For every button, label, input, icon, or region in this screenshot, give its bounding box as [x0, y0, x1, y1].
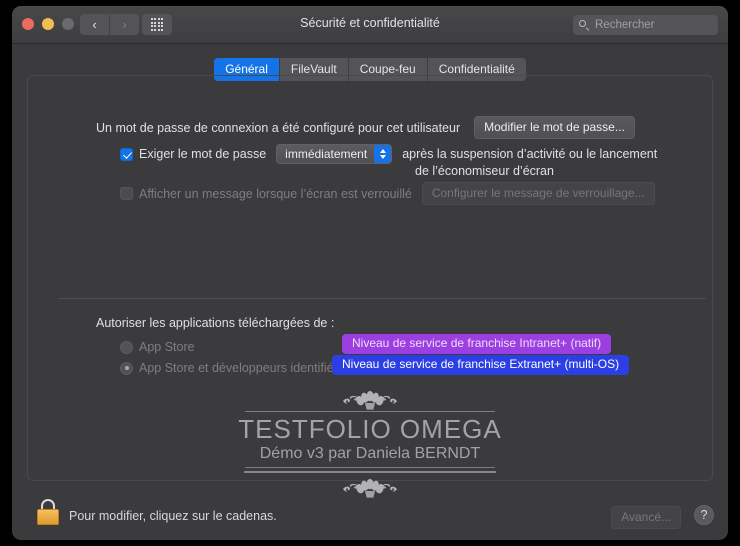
- radio-identified-developers-label: App Store et développeurs identifiés: [139, 361, 340, 375]
- password-status-label: Un mot de passe de connexion a été confi…: [96, 120, 461, 135]
- window-titlebar: ‹ › Sécurité et confidentialité Recherch…: [12, 6, 728, 44]
- password-status-row: Un mot de passe de connexion a été confi…: [96, 116, 635, 139]
- radio-app-store: [120, 340, 133, 354]
- require-password-checkbox[interactable]: [120, 147, 133, 161]
- preferences-window: ‹ › Sécurité et confidentialité Recherch…: [12, 6, 728, 540]
- badge-extranet-service-level: Niveau de service de franchise Extranet+…: [332, 355, 630, 375]
- chevron-updown-icon: [374, 145, 392, 163]
- section-divider: [58, 298, 706, 299]
- lock-message-label: Afficher un message lorsque l’écran est …: [139, 186, 412, 201]
- search-icon: [579, 19, 590, 31]
- allow-apps-option-identified-developers: App Store et développeurs identifiés: [120, 361, 340, 375]
- allow-apps-heading-row: Autoriser les applications téléchargées …: [96, 316, 334, 330]
- require-password-suffix-line1: après la suspension d’activité ou le lan…: [402, 147, 658, 161]
- require-password-suffix-line2: de l’économiseur d’écran: [415, 164, 554, 178]
- badge-intranet-service-level: Niveau de service de franchise Intranet+…: [342, 334, 612, 354]
- require-password-label: Exiger le mot de passe: [139, 147, 267, 161]
- lock-message-row: Afficher un message lorsque l’écran est …: [120, 182, 655, 205]
- lock-closed-icon[interactable]: [37, 499, 59, 525]
- allow-apps-heading: Autoriser les applications téléchargées …: [96, 316, 335, 330]
- radio-app-store-label: App Store: [139, 340, 195, 354]
- lock-message-checkbox: [120, 187, 133, 200]
- search-placeholder: Rechercher: [595, 19, 655, 31]
- general-pane: Un mot de passe de connexion a été confi…: [27, 75, 713, 481]
- radio-app-store-and-identified-developers: [120, 361, 133, 375]
- search-field[interactable]: Rechercher: [573, 15, 718, 35]
- allow-apps-option-appstore: App Store: [120, 340, 195, 354]
- require-password-suffix-row2: de l’économiseur d’écran: [415, 164, 554, 178]
- set-lock-message-button: Configurer le message de verrouillage...: [421, 182, 655, 205]
- require-password-row: Exiger le mot de passe immédiatement apr…: [120, 144, 657, 164]
- lock-hint-text: Pour modifier, cliquez sur le cadenas.: [69, 509, 277, 523]
- password-delay-popup[interactable]: immédiatement: [276, 144, 393, 164]
- change-password-button[interactable]: Modifier le mot de passe...: [474, 116, 635, 139]
- advanced-button: Avancé...: [611, 506, 681, 529]
- help-button[interactable]: ?: [694, 505, 714, 525]
- password-delay-value: immédiatement: [285, 147, 368, 161]
